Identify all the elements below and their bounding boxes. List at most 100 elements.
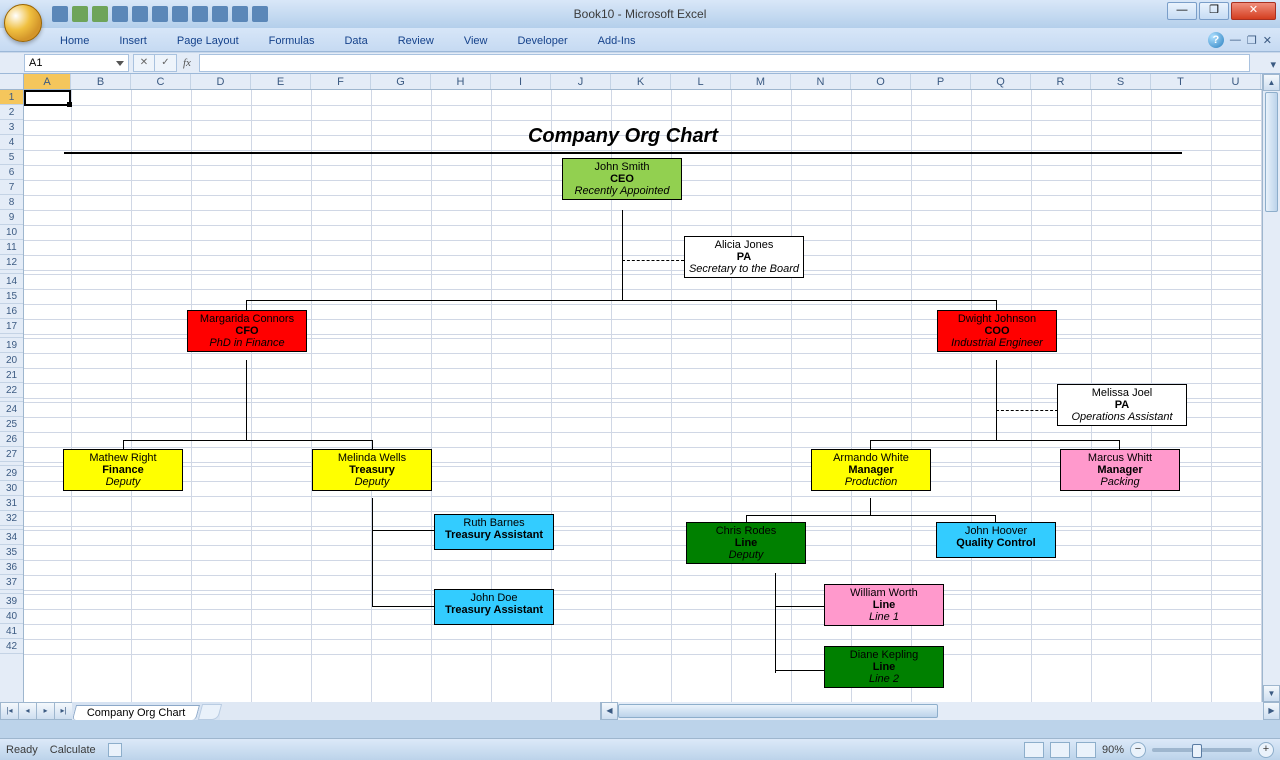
- row-header[interactable]: 4: [0, 135, 23, 150]
- print-preview-icon[interactable]: [212, 6, 228, 22]
- worksheet-grid[interactable]: ABCDEFGHIJKLMNOPQRSTU 123456789101112131…: [0, 74, 1280, 720]
- enter-formula-icon[interactable]: ✓: [155, 54, 177, 72]
- row-header[interactable]: 1: [0, 90, 23, 105]
- row-header[interactable]: 34: [0, 530, 23, 545]
- row-header[interactable]: 17: [0, 319, 23, 334]
- column-header[interactable]: D: [191, 74, 251, 89]
- row-header[interactable]: 21: [0, 368, 23, 383]
- row-headers[interactable]: 1234567891011121314151617181920212223242…: [0, 90, 24, 702]
- column-header[interactable]: E: [251, 74, 311, 89]
- row-header[interactable]: 3: [0, 120, 23, 135]
- new-sheet-icon[interactable]: [198, 704, 222, 720]
- column-header[interactable]: Q: [971, 74, 1031, 89]
- scroll-down-icon[interactable]: ▼: [1263, 685, 1280, 702]
- row-header[interactable]: 16: [0, 304, 23, 319]
- row-header[interactable]: 10: [0, 225, 23, 240]
- column-header[interactable]: H: [431, 74, 491, 89]
- row-header[interactable]: 42: [0, 639, 23, 654]
- view-page-layout-icon[interactable]: [1050, 742, 1070, 758]
- sheet-nav-prev-icon[interactable]: ◂: [18, 702, 36, 720]
- column-header[interactable]: N: [791, 74, 851, 89]
- view-page-break-icon[interactable]: [1076, 742, 1096, 758]
- zoom-in-icon[interactable]: +: [1258, 742, 1274, 758]
- row-header[interactable]: 29: [0, 466, 23, 481]
- row-header[interactable]: 41: [0, 624, 23, 639]
- tab-developer[interactable]: Developer: [511, 31, 573, 51]
- help-icon[interactable]: ?: [1208, 32, 1224, 48]
- tab-page-layout[interactable]: Page Layout: [171, 31, 245, 51]
- sheet-nav-next-icon[interactable]: ▸: [36, 702, 54, 720]
- zoom-level[interactable]: 90%: [1102, 744, 1124, 756]
- row-header[interactable]: 19: [0, 338, 23, 353]
- column-header[interactable]: U: [1211, 74, 1261, 89]
- maximize-button[interactable]: ❐: [1199, 2, 1229, 20]
- column-header[interactable]: K: [611, 74, 671, 89]
- row-header[interactable]: 31: [0, 496, 23, 511]
- qat-icon[interactable]: [172, 6, 188, 22]
- cells-area[interactable]: Company Org Chart John Smith CEO Rec: [24, 90, 1262, 702]
- tab-add-ins[interactable]: Add-Ins: [592, 31, 642, 51]
- row-header[interactable]: 6: [0, 165, 23, 180]
- row-header[interactable]: 14: [0, 274, 23, 289]
- select-all-corner[interactable]: [0, 74, 24, 90]
- minimize-button[interactable]: —: [1167, 2, 1197, 20]
- row-header[interactable]: 15: [0, 289, 23, 304]
- row-header[interactable]: 35: [0, 545, 23, 560]
- row-header[interactable]: 36: [0, 560, 23, 575]
- qat-icon[interactable]: [152, 6, 168, 22]
- expand-formula-icon[interactable]: ▾: [1270, 55, 1276, 71]
- row-header[interactable]: 20: [0, 353, 23, 368]
- mdi-close-icon[interactable]: ✕: [1263, 34, 1272, 47]
- qat-icon[interactable]: [232, 6, 248, 22]
- row-header[interactable]: 24: [0, 402, 23, 417]
- horizontal-scrollbar[interactable]: ◀ ▶: [600, 702, 1280, 720]
- tab-review[interactable]: Review: [392, 31, 440, 51]
- column-header[interactable]: O: [851, 74, 911, 89]
- mdi-minimize-icon[interactable]: —: [1230, 34, 1241, 46]
- column-header[interactable]: P: [911, 74, 971, 89]
- macro-record-icon[interactable]: [108, 743, 122, 757]
- fx-icon[interactable]: fx: [183, 57, 199, 69]
- save-icon[interactable]: [52, 6, 68, 22]
- tab-formulas[interactable]: Formulas: [263, 31, 321, 51]
- row-header[interactable]: 39: [0, 594, 23, 609]
- name-box[interactable]: A1: [24, 54, 129, 72]
- row-header[interactable]: 5: [0, 150, 23, 165]
- row-header[interactable]: 12: [0, 255, 23, 270]
- view-normal-icon[interactable]: [1024, 742, 1044, 758]
- sheet-nav-last-icon[interactable]: ▸|: [54, 702, 72, 720]
- column-header[interactable]: A: [24, 74, 71, 89]
- redo-icon[interactable]: [92, 6, 108, 22]
- row-header[interactable]: 37: [0, 575, 23, 590]
- zoom-slider[interactable]: [1152, 748, 1252, 752]
- row-header[interactable]: 2: [0, 105, 23, 120]
- column-header[interactable]: G: [371, 74, 431, 89]
- zoom-out-icon[interactable]: −: [1130, 742, 1146, 758]
- qat-icon[interactable]: [112, 6, 128, 22]
- tab-view[interactable]: View: [458, 31, 494, 51]
- row-header[interactable]: 30: [0, 481, 23, 496]
- tab-insert[interactable]: Insert: [113, 31, 153, 51]
- tab-data[interactable]: Data: [338, 31, 373, 51]
- row-header[interactable]: 11: [0, 240, 23, 255]
- qat-icon[interactable]: [192, 6, 208, 22]
- column-header[interactable]: F: [311, 74, 371, 89]
- column-header[interactable]: J: [551, 74, 611, 89]
- sheet-tab[interactable]: Company Org Chart: [72, 705, 200, 720]
- chevron-down-icon[interactable]: [116, 61, 124, 66]
- scroll-up-icon[interactable]: ▲: [1263, 74, 1280, 91]
- column-headers[interactable]: ABCDEFGHIJKLMNOPQRSTU: [24, 74, 1262, 90]
- row-header[interactable]: 40: [0, 609, 23, 624]
- scroll-thumb[interactable]: [618, 704, 938, 718]
- column-header[interactable]: R: [1031, 74, 1091, 89]
- office-button[interactable]: [4, 4, 42, 42]
- sheet-nav-first-icon[interactable]: |◂: [0, 702, 18, 720]
- scroll-left-icon[interactable]: ◀: [601, 702, 618, 720]
- column-header[interactable]: L: [671, 74, 731, 89]
- column-header[interactable]: S: [1091, 74, 1151, 89]
- vertical-scrollbar[interactable]: ▲ ▼: [1262, 74, 1280, 702]
- row-header[interactable]: 8: [0, 195, 23, 210]
- row-header[interactable]: 25: [0, 417, 23, 432]
- undo-icon[interactable]: [72, 6, 88, 22]
- row-header[interactable]: 32: [0, 511, 23, 526]
